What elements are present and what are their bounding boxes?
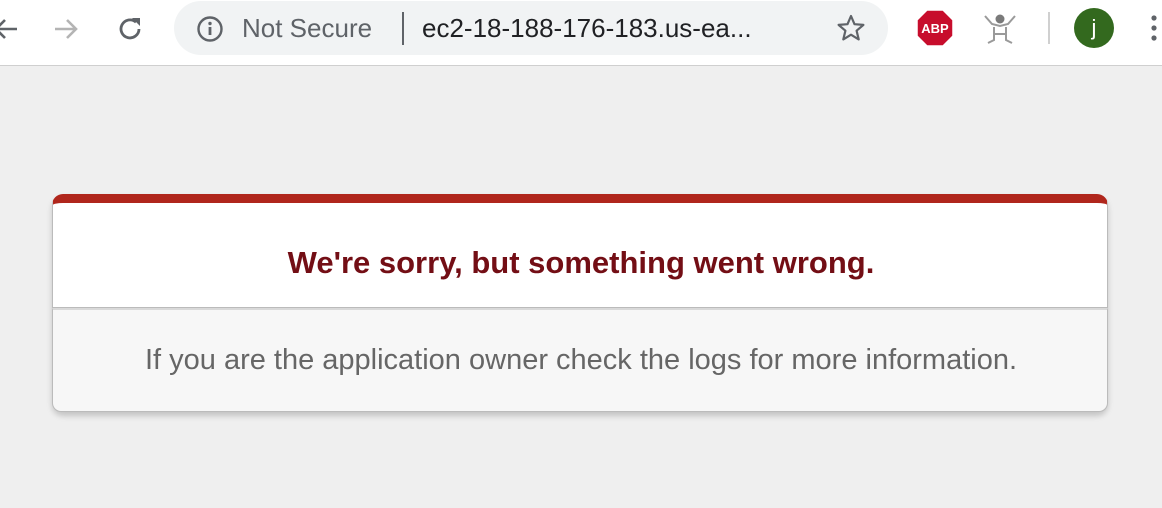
forward-arrow-icon — [55, 19, 78, 39]
url-text[interactable]: ec2-18-188-176-183.us-ea... — [422, 13, 752, 43]
profile-avatar[interactable]: j — [1074, 8, 1114, 48]
address-separator — [402, 12, 404, 45]
kebab-menu-icon[interactable] — [1146, 12, 1162, 44]
address-bar[interactable]: Not Secure ec2-18-188-176-183.us-ea... — [174, 1, 888, 55]
error-title: We're sorry, but something went wrong. — [287, 245, 875, 280]
back-arrow-icon — [0, 19, 17, 39]
abp-icon[interactable]: ABP — [916, 9, 954, 47]
error-dialog-header: We're sorry, but something went wrong. — [52, 194, 1108, 308]
back-button[interactable] — [0, 10, 26, 48]
extension-icon[interactable] — [980, 10, 1020, 46]
reload-button[interactable] — [110, 10, 150, 48]
star-icon[interactable] — [836, 13, 866, 43]
reload-icon — [119, 18, 141, 40]
svg-text:ABP: ABP — [921, 21, 949, 36]
error-dialog-body: If you are the application owner check t… — [52, 308, 1108, 412]
browser-toolbar: Not Secure ec2-18-188-176-183.us-ea... A… — [0, 0, 1162, 66]
security-label[interactable]: Not Secure — [242, 13, 372, 43]
toolbar-separator — [1048, 12, 1050, 44]
forward-button[interactable] — [46, 10, 86, 48]
error-dialog: We're sorry, but something went wrong. I… — [52, 194, 1108, 412]
error-message: If you are the application owner check t… — [144, 344, 1018, 376]
info-icon[interactable] — [196, 15, 224, 43]
